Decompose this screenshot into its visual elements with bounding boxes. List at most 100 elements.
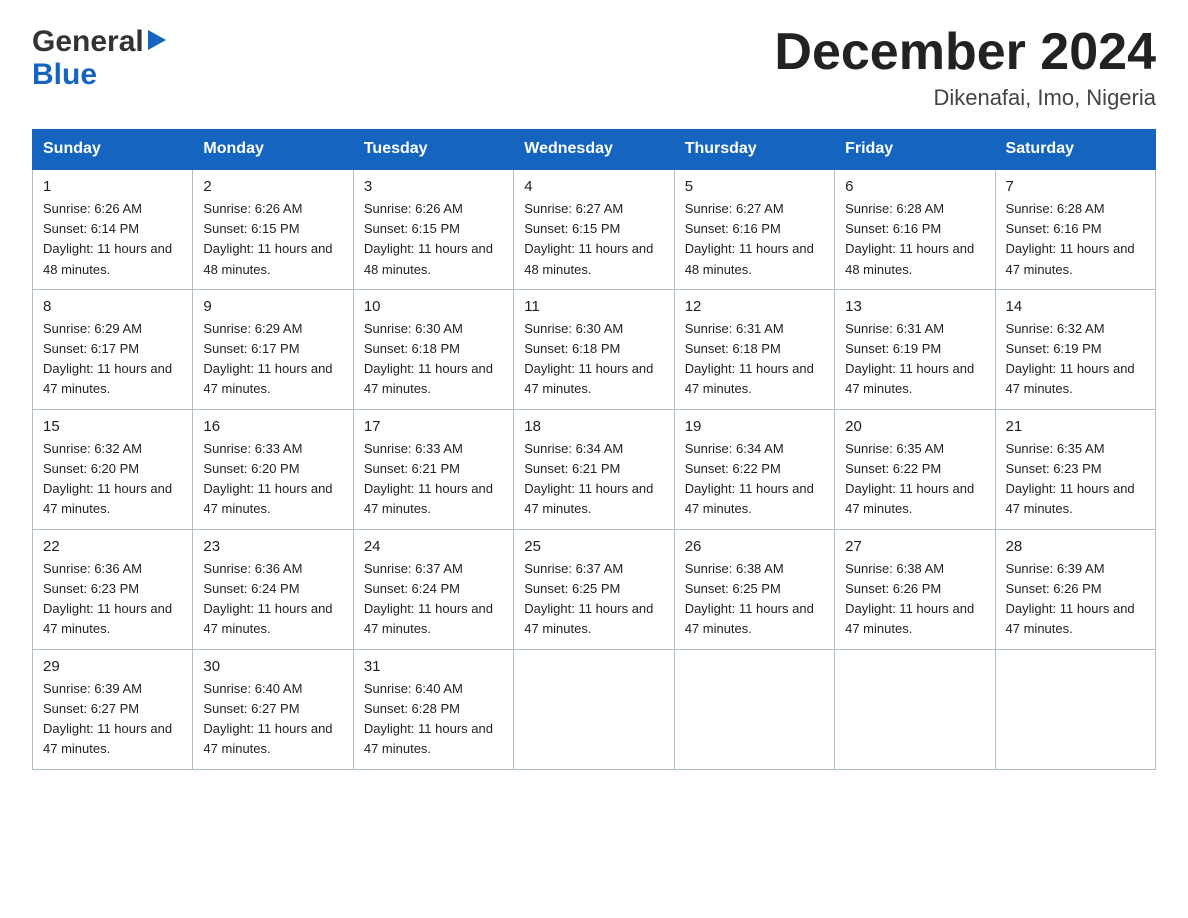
- daylight-label: Daylight: 11 hours and 48 minutes.: [203, 241, 332, 276]
- day-info: Sunrise: 6:33 AM Sunset: 6:20 PM Dayligh…: [203, 439, 342, 520]
- logo: General Blue: [32, 24, 166, 92]
- day-number: 24: [364, 538, 503, 555]
- sunset-label: Sunset: 6:23 PM: [1006, 461, 1102, 476]
- calendar-week-row: 29 Sunrise: 6:39 AM Sunset: 6:27 PM Dayl…: [33, 649, 1156, 769]
- table-row: [995, 649, 1155, 769]
- day-number: 12: [685, 298, 824, 315]
- day-number: 29: [43, 658, 182, 675]
- table-row: 10 Sunrise: 6:30 AM Sunset: 6:18 PM Dayl…: [353, 289, 513, 409]
- sunset-label: Sunset: 6:25 PM: [685, 581, 781, 596]
- sunrise-label: Sunrise: 6:27 AM: [524, 201, 623, 216]
- day-number: 26: [685, 538, 824, 555]
- sunrise-label: Sunrise: 6:26 AM: [203, 201, 302, 216]
- day-number: 25: [524, 538, 663, 555]
- calendar-week-row: 1 Sunrise: 6:26 AM Sunset: 6:14 PM Dayli…: [33, 169, 1156, 289]
- table-row: 2 Sunrise: 6:26 AM Sunset: 6:15 PM Dayli…: [193, 169, 353, 289]
- day-info: Sunrise: 6:31 AM Sunset: 6:18 PM Dayligh…: [685, 319, 824, 400]
- day-number: 1: [43, 178, 182, 195]
- day-number: 13: [845, 298, 984, 315]
- sunset-label: Sunset: 6:24 PM: [364, 581, 460, 596]
- day-info: Sunrise: 6:34 AM Sunset: 6:21 PM Dayligh…: [524, 439, 663, 520]
- sunrise-label: Sunrise: 6:30 AM: [524, 321, 623, 336]
- table-row: 24 Sunrise: 6:37 AM Sunset: 6:24 PM Dayl…: [353, 529, 513, 649]
- sunset-label: Sunset: 6:28 PM: [364, 701, 460, 716]
- daylight-label: Daylight: 11 hours and 47 minutes.: [524, 361, 653, 396]
- sunset-label: Sunset: 6:16 PM: [845, 221, 941, 236]
- sunrise-label: Sunrise: 6:31 AM: [845, 321, 944, 336]
- calendar-week-row: 15 Sunrise: 6:32 AM Sunset: 6:20 PM Dayl…: [33, 409, 1156, 529]
- day-info: Sunrise: 6:38 AM Sunset: 6:26 PM Dayligh…: [845, 559, 984, 640]
- sunrise-label: Sunrise: 6:39 AM: [1006, 561, 1105, 576]
- day-number: 5: [685, 178, 824, 195]
- sunset-label: Sunset: 6:23 PM: [43, 581, 139, 596]
- calendar-table: Sunday Monday Tuesday Wednesday Thursday…: [32, 129, 1156, 770]
- day-info: Sunrise: 6:40 AM Sunset: 6:27 PM Dayligh…: [203, 679, 342, 760]
- sunset-label: Sunset: 6:25 PM: [524, 581, 620, 596]
- day-info: Sunrise: 6:38 AM Sunset: 6:25 PM Dayligh…: [685, 559, 824, 640]
- daylight-label: Daylight: 11 hours and 48 minutes.: [43, 241, 172, 276]
- day-info: Sunrise: 6:26 AM Sunset: 6:15 PM Dayligh…: [203, 199, 342, 280]
- table-row: 31 Sunrise: 6:40 AM Sunset: 6:28 PM Dayl…: [353, 649, 513, 769]
- header-thursday: Thursday: [674, 130, 834, 170]
- daylight-label: Daylight: 11 hours and 47 minutes.: [1006, 241, 1135, 276]
- sunset-label: Sunset: 6:21 PM: [524, 461, 620, 476]
- table-row: [835, 649, 995, 769]
- calendar-subtitle: Dikenafai, Imo, Nigeria: [774, 85, 1156, 111]
- table-row: 27 Sunrise: 6:38 AM Sunset: 6:26 PM Dayl…: [835, 529, 995, 649]
- day-number: 30: [203, 658, 342, 675]
- sunset-label: Sunset: 6:16 PM: [685, 221, 781, 236]
- daylight-label: Daylight: 11 hours and 47 minutes.: [203, 361, 332, 396]
- calendar-header-row: Sunday Monday Tuesday Wednesday Thursday…: [33, 130, 1156, 170]
- logo-general-text: General: [32, 25, 144, 59]
- calendar-week-row: 8 Sunrise: 6:29 AM Sunset: 6:17 PM Dayli…: [33, 289, 1156, 409]
- sunrise-label: Sunrise: 6:38 AM: [845, 561, 944, 576]
- calendar-title: December 2024: [774, 24, 1156, 81]
- sunrise-label: Sunrise: 6:28 AM: [1006, 201, 1105, 216]
- table-row: 26 Sunrise: 6:38 AM Sunset: 6:25 PM Dayl…: [674, 529, 834, 649]
- sunrise-label: Sunrise: 6:37 AM: [524, 561, 623, 576]
- day-number: 2: [203, 178, 342, 195]
- sunrise-label: Sunrise: 6:36 AM: [203, 561, 302, 576]
- sunrise-label: Sunrise: 6:40 AM: [203, 681, 302, 696]
- daylight-label: Daylight: 11 hours and 48 minutes.: [364, 241, 493, 276]
- sunset-label: Sunset: 6:17 PM: [203, 341, 299, 356]
- table-row: 4 Sunrise: 6:27 AM Sunset: 6:15 PM Dayli…: [514, 169, 674, 289]
- day-info: Sunrise: 6:33 AM Sunset: 6:21 PM Dayligh…: [364, 439, 503, 520]
- sunrise-label: Sunrise: 6:35 AM: [845, 441, 944, 456]
- day-number: 20: [845, 418, 984, 435]
- day-number: 9: [203, 298, 342, 315]
- daylight-label: Daylight: 11 hours and 47 minutes.: [845, 481, 974, 516]
- table-row: 18 Sunrise: 6:34 AM Sunset: 6:21 PM Dayl…: [514, 409, 674, 529]
- day-info: Sunrise: 6:26 AM Sunset: 6:15 PM Dayligh…: [364, 199, 503, 280]
- sunrise-label: Sunrise: 6:35 AM: [1006, 441, 1105, 456]
- day-number: 21: [1006, 418, 1145, 435]
- daylight-label: Daylight: 11 hours and 47 minutes.: [685, 601, 814, 636]
- day-number: 23: [203, 538, 342, 555]
- daylight-label: Daylight: 11 hours and 47 minutes.: [203, 721, 332, 756]
- table-row: 23 Sunrise: 6:36 AM Sunset: 6:24 PM Dayl…: [193, 529, 353, 649]
- sunset-label: Sunset: 6:15 PM: [364, 221, 460, 236]
- table-row: 16 Sunrise: 6:33 AM Sunset: 6:20 PM Dayl…: [193, 409, 353, 529]
- sunrise-label: Sunrise: 6:38 AM: [685, 561, 784, 576]
- table-row: 15 Sunrise: 6:32 AM Sunset: 6:20 PM Dayl…: [33, 409, 193, 529]
- day-info: Sunrise: 6:29 AM Sunset: 6:17 PM Dayligh…: [203, 319, 342, 400]
- day-number: 15: [43, 418, 182, 435]
- daylight-label: Daylight: 11 hours and 47 minutes.: [364, 481, 493, 516]
- daylight-label: Daylight: 11 hours and 47 minutes.: [685, 361, 814, 396]
- day-info: Sunrise: 6:36 AM Sunset: 6:23 PM Dayligh…: [43, 559, 182, 640]
- table-row: 25 Sunrise: 6:37 AM Sunset: 6:25 PM Dayl…: [514, 529, 674, 649]
- day-info: Sunrise: 6:39 AM Sunset: 6:27 PM Dayligh…: [43, 679, 182, 760]
- day-info: Sunrise: 6:36 AM Sunset: 6:24 PM Dayligh…: [203, 559, 342, 640]
- sunset-label: Sunset: 6:26 PM: [845, 581, 941, 596]
- day-number: 4: [524, 178, 663, 195]
- daylight-label: Daylight: 11 hours and 47 minutes.: [364, 361, 493, 396]
- day-info: Sunrise: 6:37 AM Sunset: 6:25 PM Dayligh…: [524, 559, 663, 640]
- day-info: Sunrise: 6:31 AM Sunset: 6:19 PM Dayligh…: [845, 319, 984, 400]
- day-info: Sunrise: 6:28 AM Sunset: 6:16 PM Dayligh…: [845, 199, 984, 280]
- daylight-label: Daylight: 11 hours and 47 minutes.: [43, 481, 172, 516]
- daylight-label: Daylight: 11 hours and 47 minutes.: [685, 481, 814, 516]
- sunset-label: Sunset: 6:19 PM: [845, 341, 941, 356]
- day-number: 17: [364, 418, 503, 435]
- sunrise-label: Sunrise: 6:39 AM: [43, 681, 142, 696]
- table-row: 29 Sunrise: 6:39 AM Sunset: 6:27 PM Dayl…: [33, 649, 193, 769]
